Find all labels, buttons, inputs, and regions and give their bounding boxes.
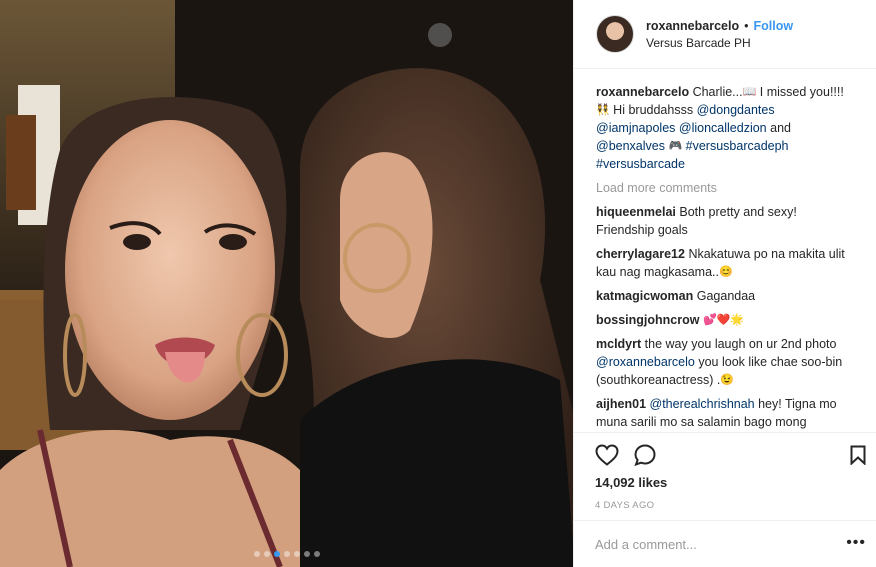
carousel-dot[interactable] bbox=[313, 551, 320, 557]
caption-username[interactable]: roxannebarcelo bbox=[596, 85, 689, 99]
mention-link[interactable]: #versusbarcadeph bbox=[686, 139, 789, 153]
carousel-dot[interactable] bbox=[293, 551, 300, 557]
action-bar: 14,092 likes 4 DAYS AGO bbox=[573, 432, 876, 511]
emoji: 😉 bbox=[720, 374, 735, 387]
follow-button[interactable]: Follow bbox=[753, 19, 793, 33]
post-photo[interactable] bbox=[0, 0, 573, 567]
comments-list[interactable]: roxannebarcelo Charlie...📖 I missed you!… bbox=[574, 69, 876, 432]
mention-link[interactable]: @iamjnapoles bbox=[596, 121, 675, 135]
carousel-dot[interactable] bbox=[263, 551, 270, 557]
emoji: 🎮 bbox=[668, 140, 683, 153]
comment-username[interactable]: mcldyrt bbox=[596, 337, 641, 351]
likes-count[interactable]: 14,092 likes bbox=[595, 475, 876, 490]
mention-link[interactable]: @dongdantes bbox=[697, 103, 775, 117]
emoji: 👯 bbox=[596, 104, 610, 117]
mention-link[interactable]: @therealchrishnah bbox=[650, 397, 755, 411]
carousel-dot[interactable] bbox=[303, 551, 310, 557]
caption: roxannebarcelo Charlie...📖 I missed you!… bbox=[596, 83, 854, 173]
comment-username[interactable]: aijhen01 bbox=[596, 397, 646, 411]
add-comment-placeholder: Add a comment... bbox=[595, 536, 697, 552]
emoji: 💕❤️🌟 bbox=[702, 314, 745, 327]
comment-text: Charlie... bbox=[692, 85, 743, 99]
bookmark-icon[interactable] bbox=[850, 445, 866, 465]
location-link[interactable]: Versus Barcade PH bbox=[646, 36, 793, 50]
comment-item: cherrylagare12 Nkakatuwa po na makita ul… bbox=[596, 245, 854, 281]
comment-username[interactable]: cherrylagare12 bbox=[596, 247, 685, 261]
mention-link[interactable]: @benxalves bbox=[596, 139, 665, 153]
comment-username[interactable]: katmagicwoman bbox=[596, 289, 693, 303]
comment-item: katmagicwoman Gagandaa bbox=[596, 287, 854, 305]
emoji: 📖 bbox=[742, 86, 757, 99]
post-header: roxannebarcelo • Follow Versus Barcade P… bbox=[574, 0, 876, 69]
comment-text: I missed you!!!! bbox=[756, 85, 844, 99]
mention-link[interactable]: #versusbarcade bbox=[596, 157, 685, 171]
heart-icon[interactable] bbox=[595, 444, 619, 466]
comment-text: and bbox=[766, 121, 791, 135]
header-username[interactable]: roxannebarcelo bbox=[646, 19, 739, 33]
mention-link[interactable]: @roxannebarcelo bbox=[596, 355, 695, 369]
comment-icon[interactable] bbox=[633, 443, 657, 467]
mention-link[interactable]: @lioncalledzion bbox=[679, 121, 767, 135]
emoji: 😊 bbox=[719, 266, 733, 279]
carousel-dot[interactable] bbox=[283, 551, 290, 557]
avatar[interactable] bbox=[596, 15, 634, 53]
separator-dot: • bbox=[744, 18, 749, 33]
comment-item: mcldyrt the way you laugh on ur 2nd phot… bbox=[596, 335, 854, 389]
comment-text: Gagandaa bbox=[696, 289, 756, 303]
photo-illustration bbox=[0, 0, 573, 567]
carousel-indicator[interactable] bbox=[0, 551, 573, 557]
comment-item: bossingjohncrow 💕❤️🌟 bbox=[596, 311, 854, 329]
add-comment-field[interactable]: Add a comment... ••• bbox=[573, 520, 876, 567]
more-options-icon[interactable]: ••• bbox=[846, 535, 866, 551]
comment-text: the way you laugh on ur 2nd photo bbox=[644, 337, 837, 351]
load-more-comments-button[interactable]: Load more comments bbox=[596, 179, 854, 197]
comment-username[interactable]: bossingjohncrow bbox=[596, 313, 699, 327]
post-timestamp[interactable]: 4 DAYS AGO bbox=[595, 500, 876, 511]
comment-items: hiqueenmelai Both pretty and sexy! Frien… bbox=[596, 203, 854, 432]
comment-item: hiqueenmelai Both pretty and sexy! Frien… bbox=[596, 203, 854, 239]
carousel-dot[interactable] bbox=[253, 551, 260, 557]
comment-username[interactable]: hiqueenmelai bbox=[596, 205, 676, 219]
comment-item: aijhen01 @therealchrishnah hey! Tigna mo… bbox=[596, 395, 854, 432]
comment-text: Hi bruddahsss bbox=[609, 103, 697, 117]
carousel-dot[interactable] bbox=[273, 551, 280, 557]
